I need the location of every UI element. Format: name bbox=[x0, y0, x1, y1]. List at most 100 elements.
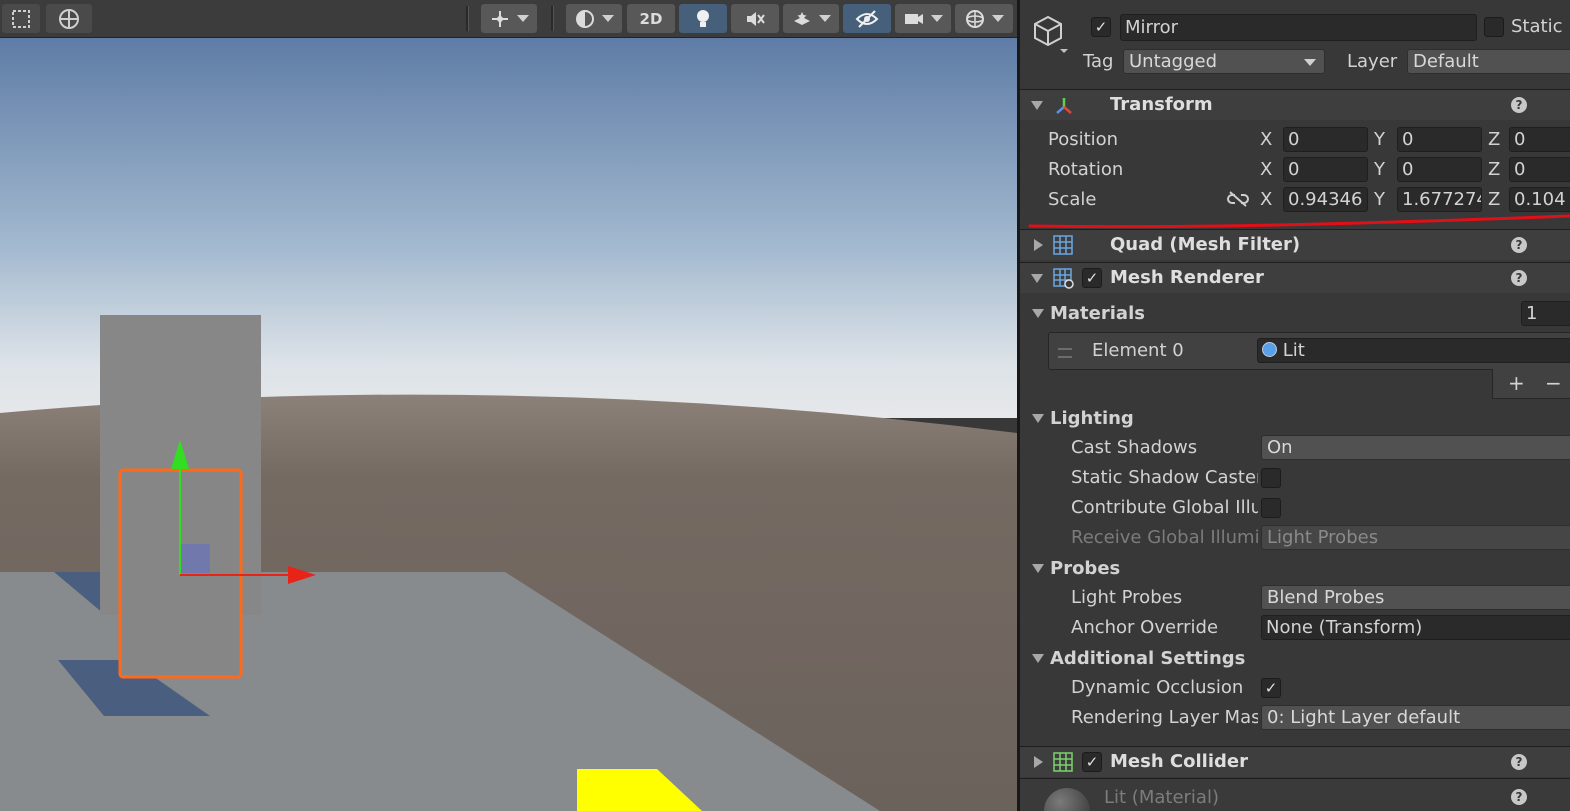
material-title: Lit (Material) bbox=[1104, 787, 1219, 808]
probes-label[interactable]: Probes bbox=[1050, 558, 1120, 579]
receive-gi-dropdown: Light Probes bbox=[1261, 525, 1570, 550]
help-icon[interactable]: ? bbox=[1511, 789, 1527, 805]
position-x-label[interactable]: X bbox=[1260, 129, 1272, 150]
rotation-y-input[interactable]: 0 bbox=[1397, 157, 1482, 182]
plane-handle[interactable] bbox=[181, 544, 210, 573]
probes-foldout-icon[interactable] bbox=[1032, 564, 1044, 573]
element-0-material-field[interactable]: Lit bbox=[1257, 338, 1570, 363]
chevron-down-icon bbox=[1304, 59, 1316, 66]
mesh-renderer-icon bbox=[1053, 268, 1074, 289]
additional-settings-foldout-icon[interactable] bbox=[1032, 654, 1044, 663]
static-shadow-caster-label: Static Shadow Caster bbox=[1071, 467, 1258, 488]
tag-label: Tag bbox=[1083, 51, 1114, 72]
rotation-label: Rotation bbox=[1048, 159, 1124, 180]
position-z-input[interactable]: 0 bbox=[1509, 127, 1570, 152]
rotation-z-label[interactable]: Z bbox=[1488, 159, 1500, 180]
light-probes-label: Light Probes bbox=[1071, 587, 1183, 608]
contribute-gi-checkbox[interactable] bbox=[1261, 498, 1281, 518]
mesh-filter-icon bbox=[1053, 235, 1073, 255]
rotation-y-label[interactable]: Y bbox=[1374, 159, 1385, 180]
2d-toggle-button[interactable]: 2D bbox=[627, 4, 675, 33]
materials-label[interactable]: Materials bbox=[1050, 303, 1145, 324]
rect-select-icon[interactable] bbox=[2, 4, 40, 33]
material-preview-sphere bbox=[1044, 788, 1090, 811]
help-icon[interactable]: ? bbox=[1511, 97, 1527, 113]
element-0-label: Element 0 bbox=[1092, 340, 1184, 361]
layer-value: Default bbox=[1413, 51, 1479, 72]
scene-viewport[interactable] bbox=[0, 38, 1017, 811]
light-probes-dropdown[interactable]: Blend Probes bbox=[1261, 585, 1570, 610]
object-name-input[interactable]: Mirror bbox=[1120, 14, 1477, 41]
help-icon[interactable]: ? bbox=[1511, 270, 1527, 286]
lighting-toggle-icon[interactable] bbox=[679, 4, 727, 33]
rotation-x-label[interactable]: X bbox=[1260, 159, 1272, 180]
rendering-layer-mask-dropdown[interactable]: 0: Light Layer default bbox=[1261, 705, 1570, 730]
anchor-override-field[interactable]: None (Transform) bbox=[1261, 615, 1570, 640]
element-0-value: Lit bbox=[1282, 340, 1305, 361]
pivot-dropdown[interactable] bbox=[481, 4, 537, 33]
help-icon[interactable]: ? bbox=[1511, 237, 1527, 253]
add-element-button[interactable]: + bbox=[1508, 371, 1525, 395]
mesh-collider-enabled-checkbox[interactable]: ✓ bbox=[1082, 752, 1102, 772]
rotation-z-input[interactable]: 0 bbox=[1509, 157, 1570, 182]
audio-mute-icon[interactable] bbox=[731, 4, 779, 33]
move-tool-icon[interactable] bbox=[46, 4, 92, 33]
foldout-arrow-icon[interactable] bbox=[1034, 239, 1043, 251]
cast-shadows-label: Cast Shadows bbox=[1071, 437, 1198, 458]
gizmos-dropdown[interactable] bbox=[955, 4, 1013, 33]
scene-toolbar: 2D bbox=[0, 0, 1017, 38]
cast-shadows-dropdown[interactable]: On bbox=[1261, 435, 1570, 460]
remove-element-button[interactable]: − bbox=[1545, 371, 1562, 395]
layer-label: Layer bbox=[1347, 51, 1398, 72]
materials-count-input[interactable]: 1 bbox=[1521, 301, 1570, 326]
mesh-renderer-header[interactable]: ✓ Mesh Renderer ? bbox=[1020, 262, 1570, 293]
receive-gi-label: Receive Global Illumination bbox=[1071, 527, 1258, 548]
tag-value: Untagged bbox=[1129, 51, 1218, 72]
inspector-panel: ✓ Mirror Static Tag Untagged Layer Defau… bbox=[1017, 0, 1570, 811]
position-x-input[interactable]: 0 bbox=[1283, 127, 1368, 152]
mesh-filter-title: Quad (Mesh Filter) bbox=[1110, 234, 1301, 255]
dynamic-occlusion-label: Dynamic Occlusion bbox=[1071, 677, 1244, 698]
material-header[interactable]: Lit (Material) ? bbox=[1020, 778, 1570, 811]
rotation-x-input[interactable]: 0 bbox=[1283, 157, 1368, 182]
help-icon[interactable]: ? bbox=[1511, 754, 1527, 770]
lighting-foldout-icon[interactable] bbox=[1032, 414, 1044, 423]
static-label: Static bbox=[1511, 16, 1563, 37]
foldout-arrow-icon[interactable] bbox=[1031, 101, 1043, 110]
camera-dropdown[interactable] bbox=[895, 4, 951, 33]
anchor-override-label: Anchor Override bbox=[1071, 617, 1219, 638]
position-y-label[interactable]: Y bbox=[1374, 129, 1385, 150]
additional-settings-label[interactable]: Additional Settings bbox=[1050, 648, 1245, 669]
gameobject-cube-icon bbox=[1034, 15, 1068, 53]
dynamic-occlusion-checkbox[interactable]: ✓ bbox=[1261, 678, 1281, 698]
layer-dropdown[interactable]: Default bbox=[1407, 49, 1570, 74]
mesh-filter-header[interactable]: Quad (Mesh Filter) ? bbox=[1020, 229, 1570, 260]
material-sphere-icon bbox=[1262, 342, 1277, 357]
transform-header[interactable]: Transform ? bbox=[1020, 89, 1570, 120]
lighting-label[interactable]: Lighting bbox=[1050, 408, 1134, 429]
foldout-arrow-icon[interactable] bbox=[1034, 756, 1043, 768]
shading-mode-dropdown[interactable] bbox=[566, 4, 622, 33]
effects-dropdown[interactable] bbox=[783, 4, 839, 33]
mesh-renderer-enabled-checkbox[interactable]: ✓ bbox=[1082, 268, 1102, 288]
foldout-arrow-icon[interactable] bbox=[1031, 274, 1043, 283]
active-checkbox[interactable]: ✓ bbox=[1091, 17, 1111, 37]
position-y-input[interactable]: 0 bbox=[1397, 127, 1482, 152]
mesh-collider-icon bbox=[1053, 752, 1073, 772]
rendering-layer-mask-label: Rendering Layer Mask bbox=[1071, 707, 1258, 728]
mesh-collider-header[interactable]: ✓ Mesh Collider ? bbox=[1020, 746, 1570, 777]
position-label: Position bbox=[1048, 129, 1119, 150]
position-z-label[interactable]: Z bbox=[1488, 129, 1500, 150]
static-checkbox[interactable] bbox=[1484, 17, 1504, 37]
contribute-gi-label: Contribute Global Illumination bbox=[1071, 497, 1258, 518]
transform-icon bbox=[1056, 98, 1072, 114]
hidden-objects-toggle-icon[interactable] bbox=[843, 4, 891, 33]
tag-dropdown[interactable]: Untagged bbox=[1123, 49, 1325, 74]
drag-handle-icon[interactable] bbox=[1058, 348, 1072, 358]
scene-view[interactable]: 2D bbox=[0, 0, 1017, 811]
transform-title: Transform bbox=[1110, 94, 1213, 115]
mesh-renderer-title: Mesh Renderer bbox=[1110, 267, 1264, 288]
static-shadow-caster-checkbox[interactable] bbox=[1261, 468, 1281, 488]
materials-foldout-icon[interactable] bbox=[1032, 309, 1044, 318]
mesh-collider-title: Mesh Collider bbox=[1110, 751, 1248, 772]
